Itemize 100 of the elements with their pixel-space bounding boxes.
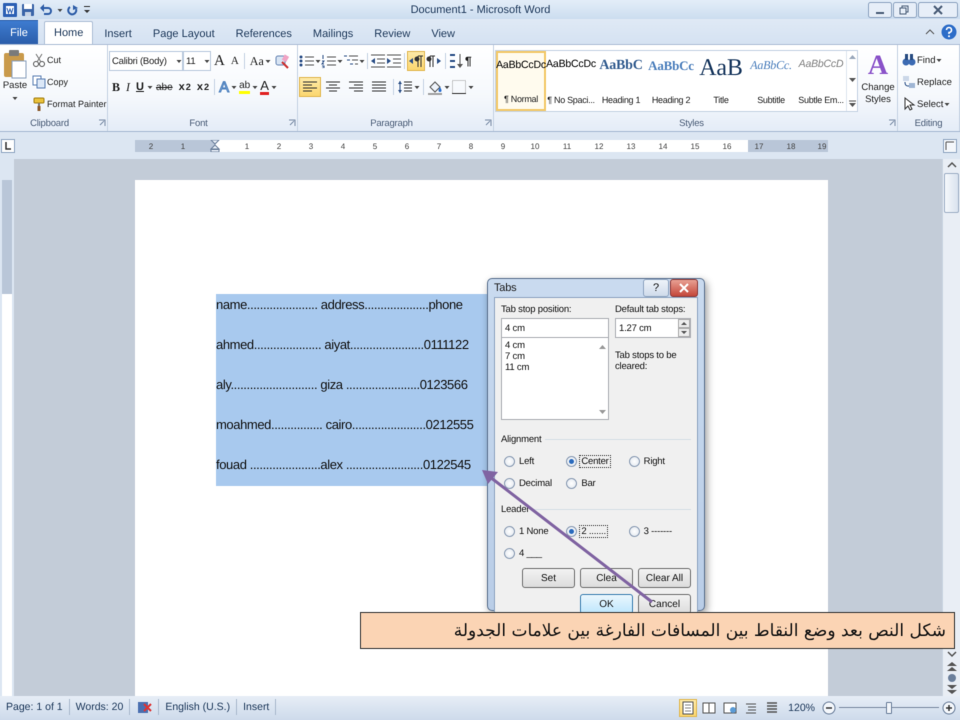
shrink-font-button[interactable]: A	[228, 51, 242, 71]
increase-indent-icon[interactable]	[386, 54, 402, 68]
radio-button[interactable]	[504, 548, 515, 559]
more-icon[interactable]	[848, 100, 856, 108]
radio-label[interactable]: Left	[517, 455, 536, 468]
underline-button[interactable]: U	[133, 77, 147, 97]
style-item[interactable]: AaBbCcDc ¶ No Spaci...	[546, 51, 596, 111]
paste-button[interactable]: Paste	[1, 48, 29, 114]
insert-mode[interactable]: Insert	[243, 701, 270, 713]
radio-button[interactable]	[504, 526, 515, 537]
ribbon-tab[interactable]: File	[0, 20, 38, 44]
slider-thumb[interactable]	[886, 702, 892, 714]
zoom-level[interactable]: 120%	[784, 702, 819, 714]
numbering-icon[interactable]	[321, 54, 337, 68]
ribbon-tab[interactable]: Page Layout	[142, 23, 225, 44]
ribbon-tab[interactable]: Home	[44, 21, 94, 44]
select-button[interactable]: Select	[899, 94, 954, 114]
radio-button[interactable]	[628, 456, 640, 467]
save-icon[interactable]	[21, 2, 35, 16]
dialog-launcher-icon[interactable]	[288, 119, 296, 127]
radio-button[interactable]	[566, 456, 578, 467]
redo-icon[interactable]	[67, 2, 79, 16]
style-item[interactable]: AaBbCc Heading 2	[646, 51, 696, 111]
minimize-ribbon-icon[interactable]	[925, 26, 935, 36]
radio-button[interactable]	[566, 478, 578, 489]
scrollbar-thumb[interactable]	[944, 173, 959, 213]
radio-button[interactable]	[566, 526, 578, 537]
help-icon[interactable]	[941, 24, 957, 40]
find-button[interactable]: Find	[899, 50, 946, 70]
indent-marker-icon[interactable]	[210, 140, 220, 152]
radio-label[interactable]: 4 ___	[517, 547, 544, 560]
sort-icon[interactable]	[448, 53, 464, 69]
list-item[interactable]: 11 cm	[505, 362, 530, 373]
zoom-in-icon[interactable]	[942, 701, 956, 715]
cut-button[interactable]: Cut	[29, 50, 64, 70]
list-item[interactable]: 7 cm	[505, 351, 530, 362]
scroll-down-icon[interactable]	[848, 77, 856, 83]
radio-button[interactable]	[504, 478, 515, 489]
default-tab-stops-field[interactable]: 1.27 cm	[615, 318, 691, 338]
style-item[interactable]: AaBbCc. Subtitle	[746, 51, 796, 111]
strikethrough-button[interactable]: abe	[152, 77, 176, 97]
left-to-right-button[interactable]	[407, 51, 425, 71]
close-button[interactable]	[670, 279, 698, 297]
restore-icon[interactable]	[893, 2, 917, 18]
dialog-button[interactable]: Clea	[580, 568, 633, 588]
app-icon[interactable]	[3, 2, 17, 16]
clear-formatting-icon[interactable]	[274, 53, 290, 69]
radio-button[interactable]	[628, 526, 640, 537]
radio-label[interactable]: 3 -------	[642, 525, 674, 538]
tab-stop-field[interactable]: 4 cm	[501, 318, 609, 338]
font-size-combo[interactable]: 11	[183, 51, 211, 71]
radio-label[interactable]: Bar	[579, 477, 598, 490]
dialog-launcher-icon[interactable]	[484, 119, 492, 127]
help-button[interactable]: ?	[643, 279, 669, 297]
ribbon-tab[interactable]: View	[421, 23, 465, 44]
language-status[interactable]: English (U.S.)	[165, 701, 230, 713]
style-item[interactable]: AaBbCcDc ¶ Normal	[496, 51, 546, 111]
dialog-launcher-icon[interactable]	[888, 119, 896, 127]
tab-selector-icon[interactable]	[1, 138, 15, 152]
copy-button[interactable]: Copy	[29, 72, 72, 92]
ribbon-tab[interactable]: Review	[364, 23, 420, 44]
radio-label[interactable]: Decimal	[517, 477, 554, 490]
grow-font-button[interactable]: A	[211, 51, 228, 71]
font-color-button[interactable]: A	[258, 77, 271, 97]
undo-icon[interactable]	[39, 2, 53, 16]
view-ruler-icon[interactable]	[943, 138, 957, 152]
radio-button[interactable]	[504, 456, 515, 467]
style-item[interactable]: AaBbCcD Subtle Em...	[796, 51, 846, 111]
change-case-button[interactable]: Aa	[246, 51, 274, 71]
style-item[interactable]: AaB Title	[696, 51, 746, 111]
style-item[interactable]: AaBbC Heading 1	[596, 51, 646, 111]
minimize-icon[interactable]	[868, 2, 892, 18]
align-left-button[interactable]	[299, 77, 321, 97]
dialog-button[interactable]: Clear All	[638, 568, 691, 588]
font-name-combo[interactable]: Calibri (Body)	[109, 51, 183, 71]
spin-icon[interactable]	[678, 319, 690, 337]
dialog-launcher-icon[interactable]	[98, 119, 106, 127]
decrease-indent-icon[interactable]	[370, 54, 386, 68]
change-styles-button[interactable]: A Change Styles	[858, 48, 898, 114]
bullets-icon[interactable]	[299, 54, 315, 68]
borders-icon[interactable]	[451, 79, 467, 95]
ribbon-tab[interactable]: Mailings	[302, 23, 364, 44]
radio-label[interactable]: 1 None	[517, 525, 550, 538]
highlight-button[interactable]: ab	[237, 77, 252, 97]
ribbon-tab[interactable]: References	[226, 23, 302, 44]
radio-label[interactable]: 2 .......	[579, 525, 608, 538]
zoom-slider[interactable]	[839, 701, 939, 715]
ribbon-tab[interactable]: Insert	[94, 23, 142, 44]
line-spacing-icon[interactable]	[397, 80, 413, 94]
dialog-button[interactable]: Set	[522, 568, 575, 588]
view-button[interactable]	[679, 699, 698, 717]
radio-label[interactable]: Center	[579, 455, 611, 468]
customize-icon[interactable]	[83, 4, 91, 16]
ok-button[interactable]: OK	[580, 594, 633, 614]
replace-button[interactable]: Replace	[899, 72, 955, 92]
close-icon[interactable]	[918, 2, 958, 18]
bold-button[interactable]: B	[109, 77, 124, 97]
zoom-out-icon[interactable]	[822, 701, 836, 715]
shading-icon[interactable]	[427, 79, 443, 95]
show-marks-button[interactable]: ¶	[464, 51, 473, 71]
